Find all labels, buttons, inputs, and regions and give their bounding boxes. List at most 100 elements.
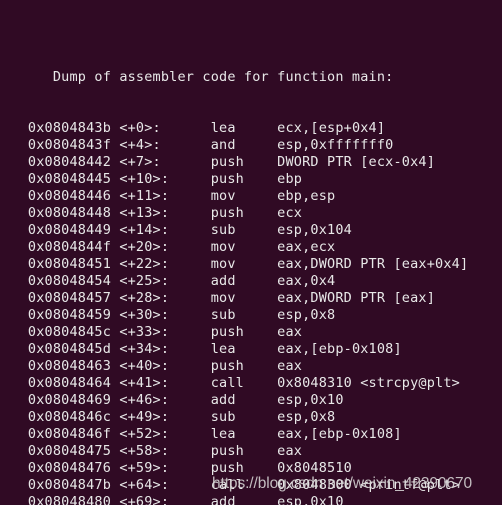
- instruction-offset: <+58>:: [119, 443, 211, 459]
- instruction-offset: <+40>:: [119, 358, 211, 374]
- instruction-address: 0x08048445: [3, 171, 120, 187]
- instruction-line: 0x0804847b <+64>: call 0x8048300 <printf…: [3, 477, 468, 494]
- disassembly-output: Dump of assembler code for function main…: [3, 1, 468, 505]
- instruction-offset: <+49>:: [119, 409, 211, 425]
- instruction-mnemonic: push: [210, 171, 278, 187]
- instruction-offset: <+52>:: [119, 426, 211, 442]
- instruction-mnemonic: mov: [210, 188, 278, 204]
- instruction-line: 0x08048448 <+13>: push ecx: [3, 205, 468, 222]
- instruction-operands: 0x8048310 <strcpy@plt>: [277, 375, 460, 391]
- instruction-address: 0x08048475: [3, 443, 120, 459]
- instruction-offset: <+0>:: [119, 120, 211, 136]
- instruction-mnemonic: sub: [210, 307, 278, 323]
- instruction-line: 0x08048449 <+14>: sub esp,0x104: [3, 222, 468, 239]
- instruction-operands: DWORD PTR [ecx-0x4]: [277, 154, 436, 170]
- instruction-line: 0x08048475 <+58>: push eax: [3, 443, 468, 460]
- instruction-mnemonic: sub: [210, 222, 278, 238]
- instruction-line: 0x08048464 <+41>: call 0x8048310 <strcpy…: [3, 375, 468, 392]
- instruction-line: 0x0804846c <+49>: sub esp,0x8: [3, 409, 468, 426]
- instruction-list: 0x0804843b <+0>: lea ecx,[esp+0x4] 0x080…: [3, 120, 468, 505]
- instruction-address: 0x0804846f: [3, 426, 120, 442]
- instruction-line: 0x08048442 <+7>: push DWORD PTR [ecx-0x4…: [3, 154, 468, 171]
- instruction-offset: <+33>:: [119, 324, 211, 340]
- instruction-operands: esp,0x10: [277, 392, 344, 408]
- instruction-operands: 0x8048510: [277, 460, 352, 476]
- instruction-offset: <+34>:: [119, 341, 211, 357]
- instruction-mnemonic: lea: [210, 426, 278, 442]
- instruction-operands: esp,0xfffffff0: [277, 137, 394, 153]
- instruction-operands: eax: [277, 324, 303, 340]
- instruction-address: 0x0804847b: [3, 477, 120, 493]
- instruction-mnemonic: sub: [210, 409, 278, 425]
- instruction-offset: <+20>:: [119, 239, 211, 255]
- instruction-line: 0x08048469 <+46>: add esp,0x10: [3, 392, 468, 409]
- instruction-operands: eax: [277, 443, 303, 459]
- instruction-address: 0x0804845c: [3, 324, 120, 340]
- instruction-line: 0x08048451 <+22>: mov eax,DWORD PTR [eax…: [3, 256, 468, 273]
- instruction-offset: <+28>:: [119, 290, 211, 306]
- instruction-address: 0x08048459: [3, 307, 120, 323]
- terminal-window[interactable]: Dump of assembler code for function main…: [0, 0, 502, 505]
- instruction-operands: eax,[ebp-0x108]: [277, 341, 402, 357]
- instruction-line: 0x08048480 <+69>: add esp,0x10: [3, 494, 468, 505]
- instruction-offset: <+4>:: [119, 137, 211, 153]
- instruction-mnemonic: lea: [210, 120, 278, 136]
- instruction-line: 0x08048457 <+28>: mov eax,DWORD PTR [eax…: [3, 290, 468, 307]
- instruction-line: 0x0804843b <+0>: lea ecx,[esp+0x4]: [3, 120, 468, 137]
- instruction-offset: <+64>:: [119, 477, 211, 493]
- instruction-offset: <+13>:: [119, 205, 211, 221]
- instruction-address: 0x08048442: [3, 154, 120, 170]
- dump-header-text: Dump of assembler code for function main…: [52, 69, 394, 85]
- instruction-offset: <+14>:: [119, 222, 211, 238]
- instruction-address: 0x08048448: [3, 205, 120, 221]
- instruction-line: 0x0804844f <+20>: mov eax,ecx: [3, 239, 468, 256]
- instruction-line: 0x08048454 <+25>: add eax,0x4: [3, 273, 468, 290]
- instruction-address: 0x0804843b: [3, 120, 120, 136]
- instruction-address: 0x0804846c: [3, 409, 120, 425]
- instruction-mnemonic: mov: [210, 290, 278, 306]
- instruction-line: 0x0804845c <+33>: push eax: [3, 324, 468, 341]
- instruction-operands: 0x8048300 <printf@plt>: [277, 477, 460, 493]
- instruction-operands: ecx,[esp+0x4]: [277, 120, 386, 136]
- instruction-mnemonic: lea: [210, 341, 278, 357]
- instruction-offset: <+46>:: [119, 392, 211, 408]
- instruction-offset: <+69>:: [119, 494, 211, 505]
- instruction-operands: ebp,esp: [277, 188, 336, 204]
- instruction-offset: <+25>:: [119, 273, 211, 289]
- instruction-mnemonic: call: [210, 477, 278, 493]
- instruction-offset: <+30>:: [119, 307, 211, 323]
- instruction-line: 0x08048445 <+10>: push ebp: [3, 171, 468, 188]
- instruction-operands: eax,ecx: [277, 239, 336, 255]
- instruction-operands: eax,DWORD PTR [eax+0x4]: [277, 256, 469, 272]
- instruction-operands: esp,0x104: [277, 222, 352, 238]
- instruction-mnemonic: add: [210, 494, 278, 505]
- instruction-line: 0x0804843f <+4>: and esp,0xfffffff0: [3, 137, 468, 154]
- instruction-address: 0x08048446: [3, 188, 120, 204]
- instruction-operands: ecx: [277, 205, 303, 221]
- instruction-address: 0x08048454: [3, 273, 120, 289]
- instruction-operands: esp,0x8: [277, 409, 336, 425]
- instruction-operands: esp,0x8: [277, 307, 336, 323]
- instruction-address: 0x08048451: [3, 256, 120, 272]
- instruction-address: 0x08048463: [3, 358, 120, 374]
- instruction-line: 0x08048476 <+59>: push 0x8048510: [3, 460, 468, 477]
- instruction-mnemonic: mov: [210, 239, 278, 255]
- instruction-mnemonic: push: [210, 205, 278, 221]
- instruction-offset: <+7>:: [119, 154, 211, 170]
- instruction-address: 0x08048457: [3, 290, 120, 306]
- instruction-offset: <+11>:: [119, 188, 211, 204]
- instruction-mnemonic: push: [210, 460, 278, 476]
- instruction-mnemonic: push: [210, 324, 278, 340]
- instruction-operands: ebp: [277, 171, 303, 187]
- instruction-address: 0x0804845d: [3, 341, 120, 357]
- instruction-line: 0x0804845d <+34>: lea eax,[ebp-0x108]: [3, 341, 468, 358]
- instruction-mnemonic: add: [210, 273, 278, 289]
- instruction-address: 0x08048476: [3, 460, 120, 476]
- instruction-line: 0x0804846f <+52>: lea eax,[ebp-0x108]: [3, 426, 468, 443]
- instruction-offset: <+41>:: [119, 375, 211, 391]
- instruction-address: 0x08048464: [3, 375, 120, 391]
- instruction-address: 0x0804843f: [3, 137, 120, 153]
- instruction-offset: <+22>:: [119, 256, 211, 272]
- instruction-mnemonic: mov: [210, 256, 278, 272]
- instruction-offset: <+59>:: [119, 460, 211, 476]
